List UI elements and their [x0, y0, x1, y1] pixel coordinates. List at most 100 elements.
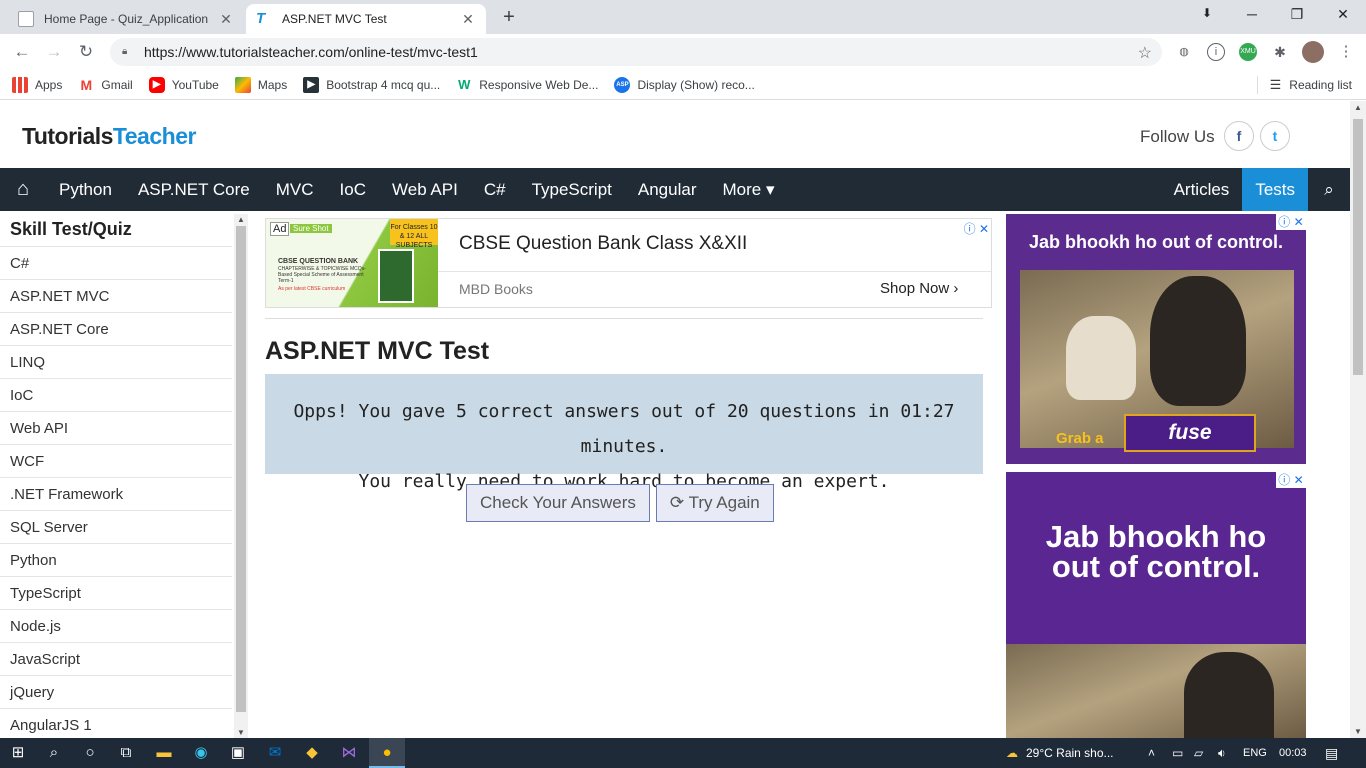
- tray-device-icon[interactable]: ▭: [1172, 738, 1183, 768]
- ad-info-close-icon[interactable]: ⓘ ✕: [1276, 214, 1306, 230]
- green-extension-icon[interactable]: XMU: [1239, 43, 1257, 61]
- input-language[interactable]: ENG: [1243, 738, 1267, 768]
- nav-csharp[interactable]: C#: [471, 168, 519, 211]
- tray-chevron-icon[interactable]: ˄: [1148, 738, 1155, 768]
- divider: [265, 318, 983, 319]
- bookmark-star-icon[interactable]: ☆: [1138, 43, 1152, 63]
- weather-widget[interactable]: ☁ 29°C Rain sho...: [1006, 738, 1114, 768]
- twitter-icon[interactable]: t: [1260, 121, 1290, 151]
- sidebar-item-javascript[interactable]: JavaScript: [0, 643, 232, 676]
- sidebar-item-aspnet-mvc[interactable]: ASP.NET MVC: [0, 280, 232, 313]
- sidebar-item-jquery[interactable]: jQuery: [0, 676, 232, 709]
- scroll-up-icon[interactable]: ▲: [1354, 103, 1362, 112]
- address-bar[interactable]: 🔒︎ https://www.tutorialsteacher.com/onli…: [110, 38, 1162, 66]
- scrollbar-thumb[interactable]: [1353, 119, 1363, 375]
- close-tab-icon[interactable]: ✕: [460, 11, 476, 28]
- task-view-icon[interactable]: ⧉: [108, 738, 144, 768]
- close-tab-icon[interactable]: ✕: [218, 11, 234, 28]
- sidebar-scrollbar[interactable]: ▲ ▼: [234, 214, 248, 738]
- cortana-icon[interactable]: ○: [72, 738, 108, 768]
- scroll-down-icon[interactable]: ▼: [237, 728, 245, 737]
- lock-icon: 🔒︎: [122, 46, 128, 57]
- sidebar-item-wcf[interactable]: WCF: [0, 445, 232, 478]
- globe-extension-icon[interactable]: ◍: [1175, 43, 1193, 61]
- facebook-icon[interactable]: f: [1224, 121, 1254, 151]
- ad-info-close-icon[interactable]: ⓘ ✕: [1276, 472, 1306, 488]
- nav-tests[interactable]: Tests: [1242, 168, 1308, 211]
- edge-icon[interactable]: ◉: [183, 738, 219, 768]
- search-icon[interactable]: ⌕: [1308, 168, 1350, 211]
- nav-web-api[interactable]: Web API: [379, 168, 471, 211]
- browser-tab-mvc-test[interactable]: T ASP.NET MVC Test ✕: [246, 4, 486, 34]
- ad-banner-cbse[interactable]: Sure Shot For Classes 10 & 12 ALL SUBJEC…: [265, 218, 992, 308]
- nav-python[interactable]: Python: [46, 168, 125, 211]
- sidebar-item-linq[interactable]: LINQ: [0, 346, 232, 379]
- tab-search-icon[interactable]: ⬇: [1195, 6, 1219, 20]
- bookmark-display-show[interactable]: ASP Display (Show) reco...: [614, 76, 755, 93]
- puzzle-extensions-icon[interactable]: ✱: [1271, 43, 1289, 61]
- chrome-icon[interactable]: ●: [369, 738, 405, 768]
- ad-shop-now-button[interactable]: Shop Now ›: [880, 280, 958, 297]
- bookmark-apps[interactable]: Apps: [12, 76, 62, 93]
- minimize-button[interactable]: ─: [1240, 6, 1264, 22]
- visual-studio-icon[interactable]: ⋈: [331, 738, 367, 768]
- store-icon[interactable]: ▣: [220, 738, 256, 768]
- bookmark-youtube[interactable]: ▶ YouTube: [148, 76, 219, 93]
- clock[interactable]: 00:03: [1279, 738, 1307, 768]
- reload-icon[interactable]: ↻: [76, 42, 96, 62]
- nav-mvc[interactable]: MVC: [263, 168, 327, 211]
- search-icon[interactable]: ⌕: [36, 738, 72, 768]
- follow-us-label: Follow Us: [1140, 127, 1215, 146]
- try-again-button[interactable]: ⟳ Try Again: [655, 484, 774, 522]
- nav-ioc[interactable]: IoC: [327, 168, 379, 211]
- bookmark-bootstrap-mcq[interactable]: ▶ Bootstrap 4 mcq qu...: [303, 76, 440, 93]
- page-scrollbar[interactable]: ▲ ▼: [1350, 101, 1366, 738]
- ad-headline[interactable]: CBSE Question Bank Class X&XII: [459, 233, 747, 255]
- sidebar-item-nodejs[interactable]: Node.js: [0, 610, 232, 643]
- site-logo[interactable]: TutorialsTeacher: [22, 123, 196, 150]
- w3-icon: W: [458, 76, 471, 92]
- new-tab-button[interactable]: +: [498, 6, 520, 29]
- sidebar-item-csharp[interactable]: C#: [0, 247, 232, 280]
- network-icon[interactable]: ▱: [1194, 738, 1203, 768]
- windows-start-icon[interactable]: ⊞: [0, 738, 36, 768]
- nav-more-dropdown[interactable]: More ▾: [710, 168, 788, 211]
- notification-center-icon[interactable]: ▤: [1325, 738, 1338, 768]
- bookmark-maps[interactable]: Maps: [234, 76, 287, 93]
- sidebar-item-python[interactable]: Python: [0, 544, 232, 577]
- nav-aspnet-core[interactable]: ASP.NET Core: [125, 168, 263, 211]
- browser-tab-home[interactable]: Home Page - Quiz_Application ✕: [8, 4, 244, 34]
- reading-list-button[interactable]: ☰ Reading list: [1256, 76, 1352, 94]
- menu-kebab-icon[interactable]: ⋮: [1337, 43, 1355, 61]
- back-icon[interactable]: ←: [12, 42, 32, 62]
- side-ad-fuse[interactable]: Jab bhookh ho out of control. Grab a fus…: [1006, 214, 1306, 464]
- sidebar-item-typescript[interactable]: TypeScript: [0, 577, 232, 610]
- scrollbar-thumb[interactable]: [236, 226, 246, 712]
- maximize-button[interactable]: ❐: [1285, 6, 1309, 23]
- sidebar-item-sql-server[interactable]: SQL Server: [0, 511, 232, 544]
- mail-icon[interactable]: ✉: [257, 738, 293, 768]
- sidebar-item-ioc[interactable]: IoC: [0, 379, 232, 412]
- side-ad-fuse-2[interactable]: Jab bhookh ho out of control. ⓘ ✕: [1006, 472, 1306, 738]
- profile-avatar[interactable]: [1302, 41, 1324, 63]
- home-icon[interactable]: ⌂: [0, 168, 46, 211]
- close-window-button[interactable]: ✕: [1331, 6, 1355, 23]
- scroll-down-icon[interactable]: ▼: [1354, 727, 1362, 736]
- bookmark-responsive-web[interactable]: W Responsive Web De...: [456, 77, 598, 93]
- volume-icon[interactable]: 🔉︎: [1218, 738, 1226, 768]
- scroll-up-icon[interactable]: ▲: [237, 215, 245, 224]
- forward-icon[interactable]: →: [44, 42, 64, 62]
- nav-typescript[interactable]: TypeScript: [519, 168, 625, 211]
- file-explorer-icon[interactable]: ▬: [146, 738, 182, 768]
- extension-icon[interactable]: i: [1207, 43, 1225, 61]
- sticky-app-icon[interactable]: ◆: [294, 738, 330, 768]
- ad-info-close-icon[interactable]: ⓘ ✕: [964, 220, 989, 237]
- nav-angular[interactable]: Angular: [625, 168, 710, 211]
- sidebar-item-web-api[interactable]: Web API: [0, 412, 232, 445]
- sidebar-item-angularjs[interactable]: AngularJS 1: [0, 709, 232, 738]
- nav-articles[interactable]: Articles: [1161, 168, 1243, 211]
- check-answers-button[interactable]: Check Your Answers: [466, 484, 650, 522]
- sidebar-item-dotnet-framework[interactable]: .NET Framework: [0, 478, 232, 511]
- bookmark-gmail[interactable]: M Gmail: [78, 77, 133, 93]
- sidebar-item-aspnet-core[interactable]: ASP.NET Core: [0, 313, 232, 346]
